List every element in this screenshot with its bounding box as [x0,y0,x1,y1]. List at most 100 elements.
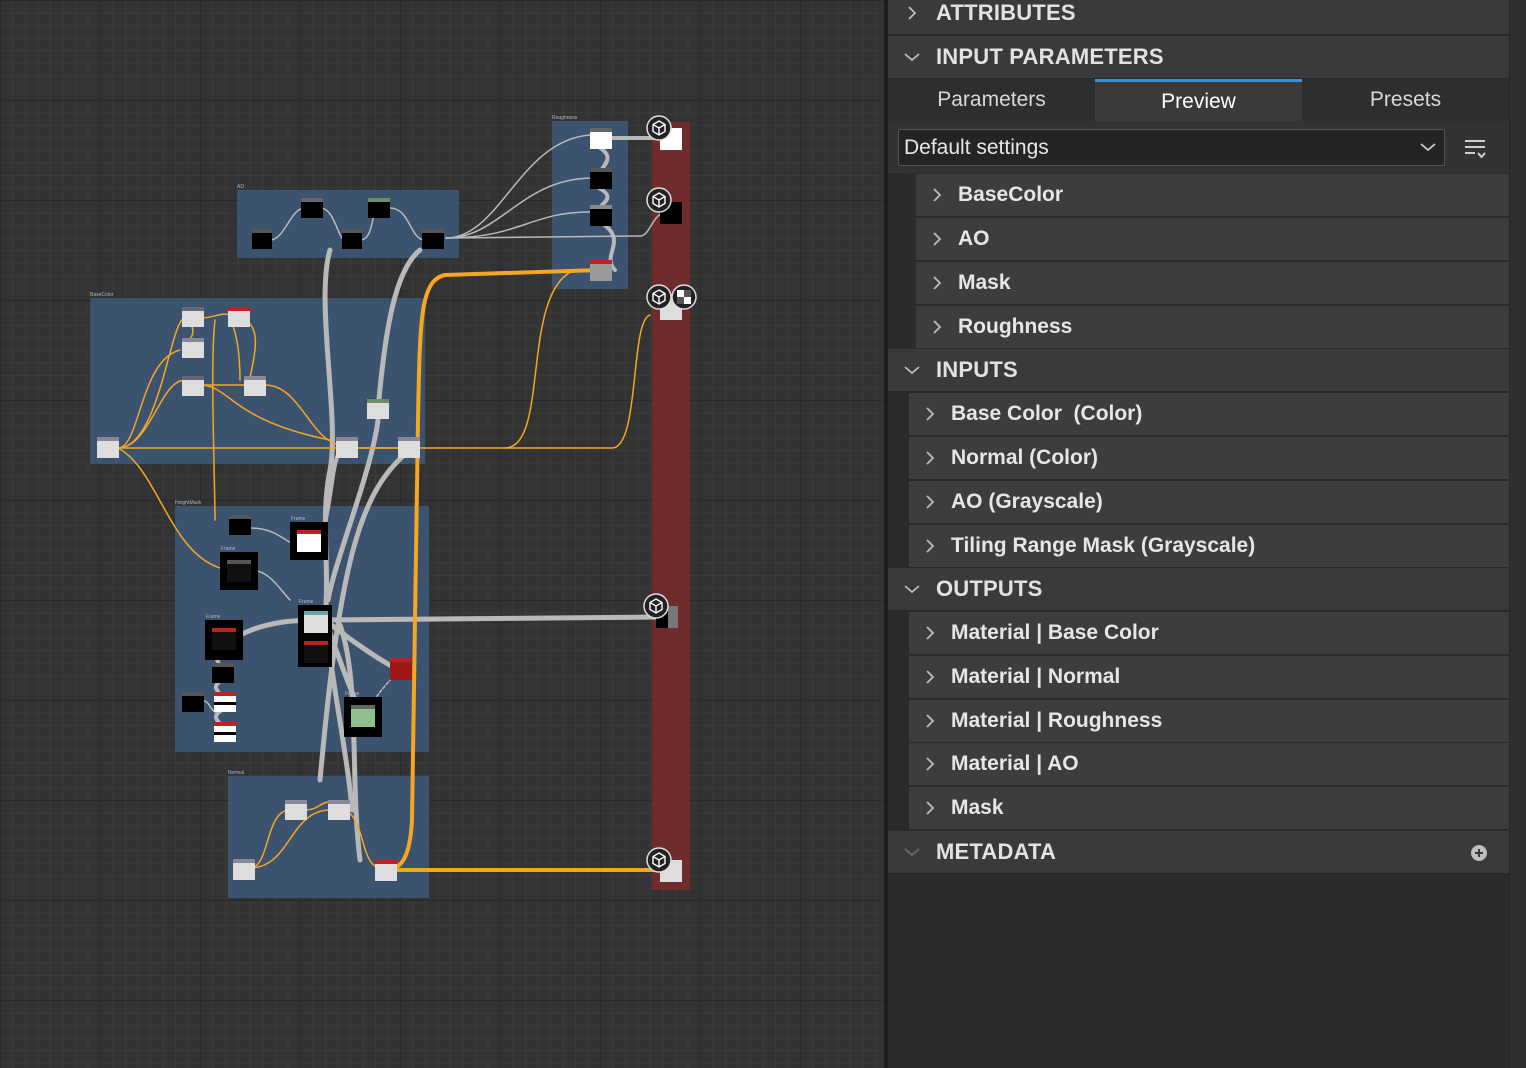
frame-outputs[interactable] [652,122,690,890]
node-n-3[interactable] [375,860,397,881]
tab-parameters[interactable]: Parameters [888,79,1095,121]
chevron-right-icon [916,320,958,334]
node-hm-frame-4[interactable] [205,620,243,660]
node-ao-b[interactable] [342,229,362,249]
node-bc-input[interactable] [97,437,119,458]
node-ao-c[interactable] [368,198,390,218]
section-title: OUTPUTS [936,576,1043,601]
group-label: AO [958,227,990,250]
node-hm-frame-3[interactable] [298,605,332,667]
section-attributes[interactable]: ATTRIBUTES [888,0,1509,35]
tab-presets[interactable]: Presets [1302,79,1509,121]
section-outputs[interactable]: OUTPUTS [888,568,1509,611]
cube-icon[interactable] [646,284,672,310]
node-hm-6[interactable] [390,658,412,680]
frame-normal[interactable] [228,776,429,898]
checker-icon[interactable] [671,284,697,310]
frame-roughness-label: Roughness [552,115,578,121]
group-basecolor[interactable]: BaseColor [916,174,1509,217]
output-item[interactable]: Material | Roughness [909,700,1509,743]
cube-icon[interactable] [643,593,669,619]
node-bc-7[interactable] [367,399,389,419]
input-item[interactable]: Tiling Range Mask (Grayscale) [909,525,1509,568]
chevron-right-icon [916,232,958,246]
cube-icon[interactable] [646,847,672,873]
node-title: Frame [299,599,314,605]
node-hm-5[interactable] [214,722,236,742]
node-bc-2[interactable] [228,307,250,327]
node-title: Frame [291,516,306,522]
chevron-down-icon [888,52,936,62]
node-bc-8[interactable] [398,437,420,458]
node-bc-4[interactable] [182,376,204,396]
node-bc-5[interactable] [244,376,266,396]
output-label: Material | Base Color [951,621,1159,644]
output-item[interactable]: Material | AO [909,743,1509,786]
node-n-1[interactable] [285,800,307,820]
frame-heightmask-label: HeightMask [175,500,202,506]
node-hm-frame-5[interactable] [344,697,382,737]
node-ao-a[interactable] [301,198,323,218]
section-metadata[interactable]: METADATA [888,831,1509,874]
chevron-right-icon [909,495,951,509]
node-rough-c[interactable] [590,205,612,226]
chevron-right-icon [909,670,951,684]
output-label: Material | Normal [951,665,1121,688]
panel-scrollbar[interactable] [1509,0,1526,1068]
preset-menu-icon[interactable] [1462,136,1488,162]
frame-ao-label: AO [237,184,244,190]
node-ao-d[interactable] [422,229,444,249]
node-rough-b[interactable] [590,168,612,189]
input-item[interactable]: Base Color (Color) [909,393,1509,436]
preset-dropdown-value: Default settings [904,135,1049,159]
node-rough-d[interactable] [590,260,612,281]
node-hm-1[interactable] [229,515,251,535]
node-rough-a[interactable] [590,128,612,149]
output-item[interactable]: Mask [909,787,1509,830]
node-title: Frame [206,614,221,620]
node-bc-3[interactable] [182,338,204,358]
tab-preview[interactable]: Preview [1095,79,1302,121]
node-bc-6[interactable] [336,437,358,458]
group-indent [888,173,910,348]
group-roughness[interactable]: Roughness [916,306,1509,349]
chevron-right-icon [909,539,951,553]
graph-canvas[interactable]: AO BaseColor HeightMask Normal Roughness [0,0,884,1068]
section-input-parameters[interactable]: INPUT PARAMETERS [888,36,1509,79]
node-hm-4[interactable] [214,692,236,712]
group-ao[interactable]: AO [916,218,1509,261]
node-n-2[interactable] [328,800,350,820]
section-title: ATTRIBUTES [936,0,1076,25]
group-label: BaseColor [958,183,1064,206]
input-item[interactable]: Normal (Color) [909,437,1509,480]
output-item[interactable]: Material | Normal [909,656,1509,699]
chevron-down-icon [1420,139,1436,157]
output-label: Material | AO [951,752,1079,775]
add-metadata-icon[interactable] [1471,845,1487,861]
group-mask[interactable]: Mask [916,262,1509,305]
chevron-right-icon [909,626,951,640]
output-label: Mask [951,796,1004,819]
section-inputs[interactable]: INPUTS [888,349,1509,392]
input-label: Base Color (Color) [951,402,1143,425]
node-hm-frame-2[interactable] [220,552,258,590]
group-label: Mask [958,271,1011,294]
chevron-down-icon [888,847,936,857]
chevron-right-icon [888,6,936,20]
section-title: INPUTS [936,357,1018,382]
output-item[interactable]: Material | Base Color [909,612,1509,655]
node-bc-1[interactable] [182,307,204,327]
node-hm-2[interactable] [212,663,234,683]
cube-icon[interactable] [646,187,672,213]
node-n-input[interactable] [233,859,255,880]
properties-panel: ATTRIBUTES INPUT PARAMETERS Parameters P… [888,0,1526,1068]
input-item[interactable]: AO (Grayscale) [909,481,1509,524]
cube-icon[interactable] [646,115,672,141]
preset-dropdown[interactable]: Default settings [898,129,1445,166]
node-ao-input[interactable] [252,229,272,249]
node-hm-frame-1[interactable] [290,522,328,560]
input-label: AO (Grayscale) [951,490,1103,513]
node-title: Frame [345,691,360,697]
chevron-right-icon [909,757,951,771]
node-hm-3[interactable] [182,692,204,712]
